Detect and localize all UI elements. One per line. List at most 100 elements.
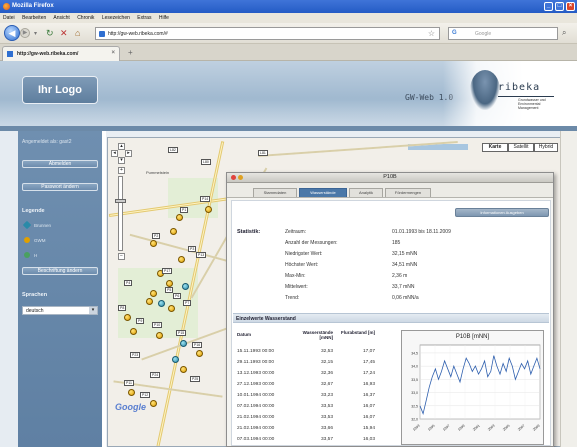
map-marker-well[interactable]	[172, 356, 179, 363]
back-button[interactable]: ◀	[4, 25, 20, 41]
maximize-button[interactable]: □	[555, 2, 564, 11]
cell-date: 13.12.1993 00:00	[237, 371, 275, 376]
map-marker-tag[interactable]: P23	[130, 352, 141, 358]
map-marker-tag[interactable]: P1	[180, 207, 189, 213]
popup-tab-bar: Stammdaten Wasserstände Analytik Förderm…	[227, 183, 553, 198]
language-select[interactable]: deutsch ▾	[22, 306, 98, 315]
stop-icon[interactable]: ✕	[60, 28, 68, 38]
chart-y-tick-label: 33,0	[411, 391, 418, 395]
map-marker[interactable]	[168, 305, 175, 312]
map-marker-tag[interactable]: P12	[140, 392, 151, 398]
map-marker-tag[interactable]: P17	[162, 268, 173, 274]
map-marker-well[interactable]	[182, 283, 189, 290]
tab-hybrid[interactable]: Hybrid	[534, 143, 558, 152]
map-marker-tag[interactable]: P2	[152, 233, 161, 239]
column-header-level[interactable]: Wasserstände [mNN]	[289, 330, 333, 340]
map-marker-tag[interactable]: P8	[118, 305, 127, 311]
forward-button[interactable]: ▶	[20, 28, 30, 38]
reload-icon[interactable]: ↻	[46, 28, 54, 38]
google-logo[interactable]: Google	[115, 402, 146, 412]
page-scrollbar[interactable]	[560, 131, 577, 447]
zoom-out-button[interactable]: −	[118, 253, 125, 260]
tab-foerdermengen[interactable]: Fördermengen	[385, 188, 431, 197]
home-icon[interactable]: ⌂	[75, 28, 80, 38]
map-marker[interactable]	[150, 290, 157, 297]
menu-ansicht[interactable]: Ansicht	[53, 15, 69, 21]
search-icon[interactable]: ⌕	[562, 28, 566, 38]
map-marker-tag[interactable]: P4	[124, 280, 133, 286]
zoom-slider-handle[interactable]	[115, 199, 126, 203]
menu-extras[interactable]: Extras	[137, 15, 151, 21]
menu-lesezeichen[interactable]: Lesezeichen	[102, 15, 130, 21]
map-marker-tag[interactable]: P24	[150, 372, 161, 378]
column-header-date[interactable]: Datum	[237, 332, 251, 337]
tab-karte[interactable]: Karte	[482, 143, 508, 152]
map-marker-tag[interactable]: P11	[124, 380, 134, 386]
map-marker-well[interactable]	[180, 340, 187, 347]
menu-chronik[interactable]: Chronik	[77, 15, 94, 21]
map-marker-tag[interactable]: P13	[196, 252, 207, 258]
change-labels-button[interactable]: Beschriftung ändern	[22, 267, 98, 275]
tab-wasserstaende[interactable]: Wasserstände	[299, 188, 347, 197]
change-password-button[interactable]: Passwort ändern	[22, 183, 98, 191]
tab-satellit[interactable]: Satellit	[508, 143, 534, 152]
cell-date: 10.01.1994 00:00	[237, 393, 275, 398]
map-marker[interactable]	[150, 240, 157, 247]
zoom-slider[interactable]	[118, 176, 123, 251]
map-marker[interactable]	[176, 214, 183, 221]
popup-close-icon[interactable]	[231, 175, 236, 180]
map-marker[interactable]	[180, 366, 187, 373]
history-dropdown-icon[interactable]: ▾	[34, 29, 37, 39]
search-input[interactable]: G Google	[448, 27, 558, 40]
tab-strip: http://gw-web.ribeka.com/ × +	[0, 44, 577, 61]
browser-tab[interactable]: http://gw-web.ribeka.com/ ×	[2, 46, 120, 61]
map-marker[interactable]	[130, 328, 137, 335]
new-tab-icon[interactable]: +	[128, 48, 133, 57]
minimize-button[interactable]: _	[544, 2, 553, 11]
pan-left-button[interactable]: ◂	[111, 150, 118, 157]
menu-bearbeiten[interactable]: Bearbeiten	[22, 15, 46, 21]
map-marker-tag[interactable]: P25	[190, 376, 201, 382]
column-header-depth[interactable]: Flurabstand [m]	[335, 330, 375, 335]
pan-up-button[interactable]: ▴	[118, 143, 125, 150]
map-marker-tag[interactable]: P14	[200, 196, 211, 202]
map-marker[interactable]	[128, 389, 135, 396]
map-marker-well[interactable]	[158, 300, 165, 307]
logout-button[interactable]: Abmelden	[22, 160, 98, 168]
search-engine-icon[interactable]: G	[452, 30, 457, 36]
map-marker-tag[interactable]: P10	[152, 322, 163, 328]
close-window-button[interactable]: ×	[566, 2, 575, 11]
url-text: http://gw-web.ribeka.com/#	[108, 31, 168, 37]
map-marker[interactable]	[178, 256, 185, 263]
map-marker-tag[interactable]: P15	[176, 330, 187, 336]
url-bar[interactable]: http://gw-web.ribeka.com/# ☆	[95, 27, 440, 40]
stat-value: 185	[392, 240, 401, 246]
tab-analytik[interactable]: Analytik	[349, 188, 383, 197]
menu-datei[interactable]: Datei	[3, 15, 15, 21]
export-info-button[interactable]: Informationen Ausgeben	[455, 208, 549, 217]
tab-stammdaten[interactable]: Stammdaten	[253, 188, 297, 197]
map-marker[interactable]	[205, 206, 212, 213]
map-marker-tag[interactable]: P7	[183, 300, 192, 306]
map-marker[interactable]	[124, 314, 131, 321]
gwm-legend-icon	[24, 237, 30, 243]
map-marker[interactable]	[150, 400, 157, 407]
pan-down-button[interactable]: ▾	[118, 157, 125, 164]
popup-minimize-icon[interactable]	[238, 175, 243, 180]
map-marker-tag[interactable]: P9	[136, 318, 145, 324]
map-marker[interactable]	[146, 298, 153, 305]
map-marker[interactable]	[196, 350, 203, 357]
map-marker-tag[interactable]: P6	[173, 293, 182, 299]
map-marker-tag[interactable]: P16	[192, 342, 203, 348]
map-marker[interactable]	[170, 228, 177, 235]
menu-hilfe[interactable]: Hilfe	[159, 15, 169, 21]
popup-titlebar[interactable]: P10B	[227, 173, 553, 183]
bookmark-star-icon[interactable]: ☆	[428, 29, 435, 38]
chevron-down-icon[interactable]: ▾	[89, 307, 97, 314]
tab-close-icon[interactable]: ×	[111, 50, 115, 56]
zoom-in-button[interactable]: +	[118, 167, 125, 174]
pan-right-button[interactable]: ▸	[125, 150, 132, 157]
logo-placeholder[interactable]: Ihr Logo	[22, 76, 98, 104]
map-marker[interactable]	[156, 332, 163, 339]
map-marker[interactable]	[166, 280, 173, 287]
